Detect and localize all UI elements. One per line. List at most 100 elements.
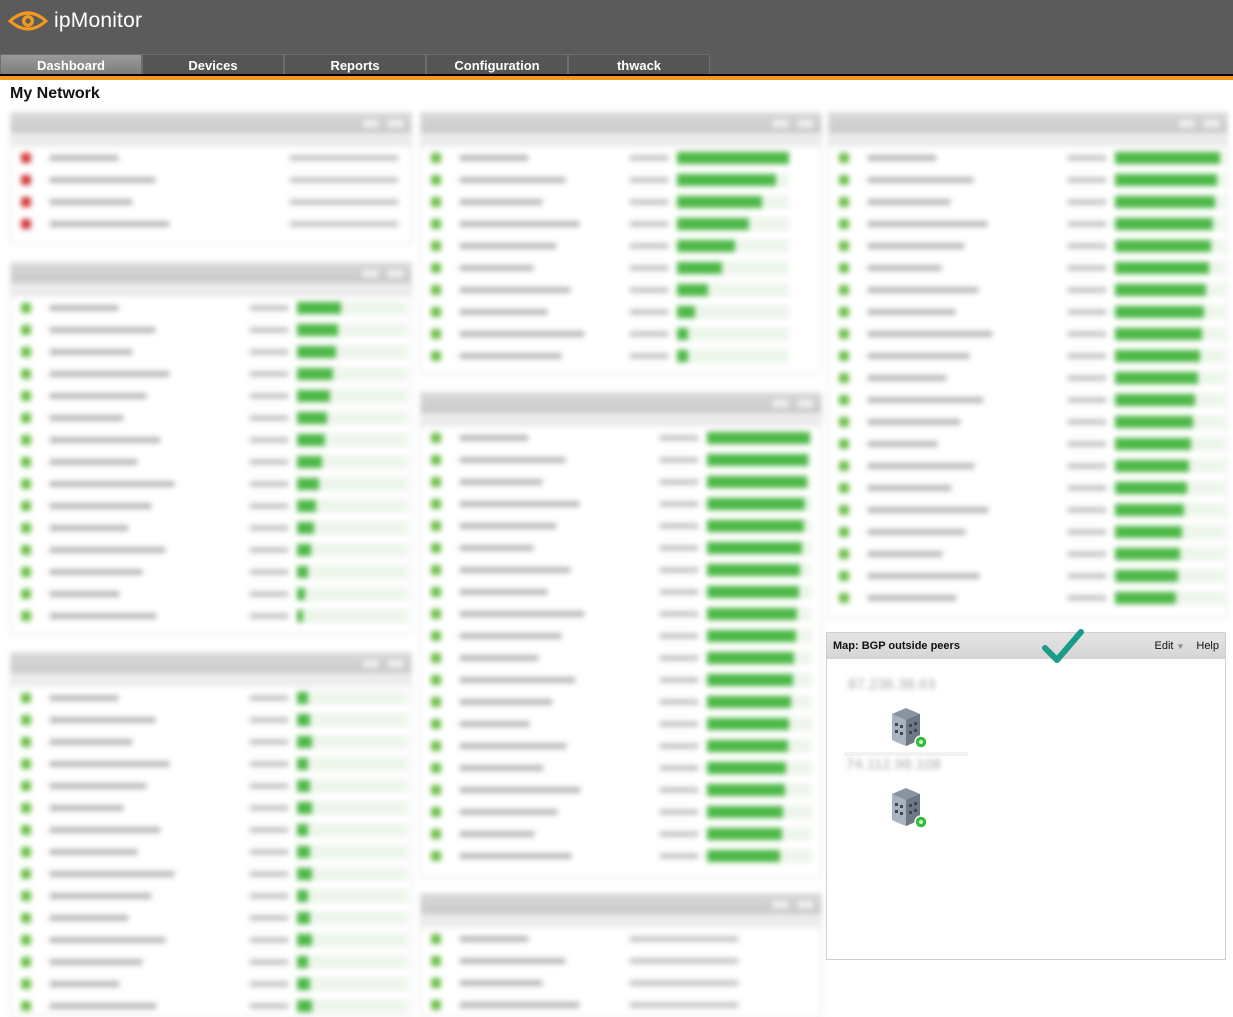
usage-bar-track — [707, 629, 812, 643]
widget-row — [421, 994, 821, 1016]
usage-bar-track — [677, 195, 789, 209]
usage-bar — [1115, 152, 1220, 164]
widget-row — [11, 341, 411, 363]
usage-bar-track — [707, 585, 812, 599]
status-icon — [21, 847, 31, 857]
widget-row — [421, 345, 821, 367]
row-name-blurred — [459, 352, 629, 361]
row-name-blurred — [867, 286, 1067, 295]
widget-row — [421, 537, 821, 559]
row-name-blurred — [49, 738, 249, 747]
usage-bar — [707, 740, 788, 752]
widget-row — [829, 389, 1227, 411]
row-name-blurred — [459, 764, 659, 773]
usage-bar-track — [1115, 525, 1225, 539]
row-value-blurred — [659, 523, 699, 529]
usage-bar-track — [297, 609, 407, 623]
status-icon — [839, 527, 849, 537]
widget-row — [421, 147, 821, 169]
widget-row — [11, 495, 411, 517]
status-icon — [431, 934, 441, 944]
usage-bar-track — [1115, 371, 1225, 385]
widget-devices-down — [10, 112, 412, 244]
widget-row — [11, 385, 411, 407]
status-icon — [431, 455, 441, 465]
widget-header — [11, 653, 411, 673]
row-name-blurred — [49, 848, 249, 857]
row-name-blurred — [867, 352, 1067, 361]
row-name-blurred — [867, 440, 1067, 449]
row-name-blurred — [459, 264, 629, 273]
row-name-blurred — [459, 308, 629, 317]
status-icon — [431, 653, 441, 663]
widget-column-header — [11, 133, 411, 147]
row-value-blurred — [249, 783, 289, 789]
usage-bar — [707, 762, 787, 774]
status-icon — [431, 307, 441, 317]
row-name-blurred — [459, 330, 629, 339]
row-value-blurred — [249, 613, 289, 619]
usage-bar-track — [1115, 305, 1225, 319]
map-help-link[interactable]: Help — [1196, 640, 1219, 652]
widget-row — [11, 539, 411, 561]
usage-bar-track — [1115, 481, 1225, 495]
widget-row — [829, 169, 1227, 191]
row-name-blurred — [867, 462, 1067, 471]
status-icon — [21, 197, 31, 207]
row-value-blurred — [249, 761, 289, 767]
widget-row — [421, 757, 821, 779]
row-value-blurred — [1067, 221, 1107, 227]
widget-header — [829, 113, 1227, 133]
status-icon — [431, 587, 441, 597]
usage-bar-track — [297, 867, 407, 881]
widget-row — [421, 625, 821, 647]
row-value-blurred — [1067, 331, 1107, 337]
usage-bar — [297, 324, 339, 336]
usage-bar — [1115, 372, 1198, 384]
server-building-icon — [892, 788, 928, 829]
status-icon — [431, 609, 441, 619]
row-value-blurred — [289, 199, 399, 205]
usage-bar-track — [1115, 415, 1225, 429]
widget-column-header — [11, 283, 411, 297]
status-icon — [431, 697, 441, 707]
status-icon — [431, 829, 441, 839]
usage-bar — [297, 868, 313, 880]
map-node-1[interactable] — [884, 704, 930, 755]
usage-bar — [297, 912, 311, 924]
map-node-2[interactable] — [884, 784, 930, 835]
row-name-blurred — [49, 458, 249, 467]
usage-bar — [677, 262, 722, 274]
usage-bar-track — [297, 845, 407, 859]
map-edit-menu[interactable]: Edit ▼ — [1154, 640, 1184, 652]
row-name-blurred — [459, 286, 629, 295]
map-widget-title: Map: BGP outside peers — [833, 640, 960, 652]
usage-bar-track — [1115, 239, 1225, 253]
status-icon — [431, 956, 441, 966]
row-value-blurred — [249, 305, 289, 311]
widget-row — [11, 951, 411, 973]
usage-bar-track — [297, 999, 407, 1013]
usage-bar-track — [297, 587, 407, 601]
widget-row — [829, 147, 1227, 169]
usage-bar — [1115, 240, 1211, 252]
row-name-blurred — [459, 198, 629, 207]
widget-row — [829, 257, 1227, 279]
widget-row — [829, 587, 1227, 609]
row-name-blurred — [49, 502, 249, 511]
widget-row — [829, 367, 1227, 389]
row-name-blurred — [459, 786, 659, 795]
row-name-blurred — [49, 716, 249, 725]
row-name-blurred — [49, 590, 249, 599]
status-icon — [431, 978, 441, 988]
usage-bar — [1115, 306, 1205, 318]
row-value-blurred — [249, 393, 289, 399]
row-name-blurred — [459, 242, 629, 251]
status-icon — [431, 565, 441, 575]
status-icon — [839, 197, 849, 207]
usage-bar — [1115, 328, 1202, 340]
row-name-blurred — [867, 198, 1067, 207]
usage-bar-track — [297, 543, 407, 557]
usage-bar-track — [297, 367, 407, 381]
usage-bar — [707, 674, 793, 686]
